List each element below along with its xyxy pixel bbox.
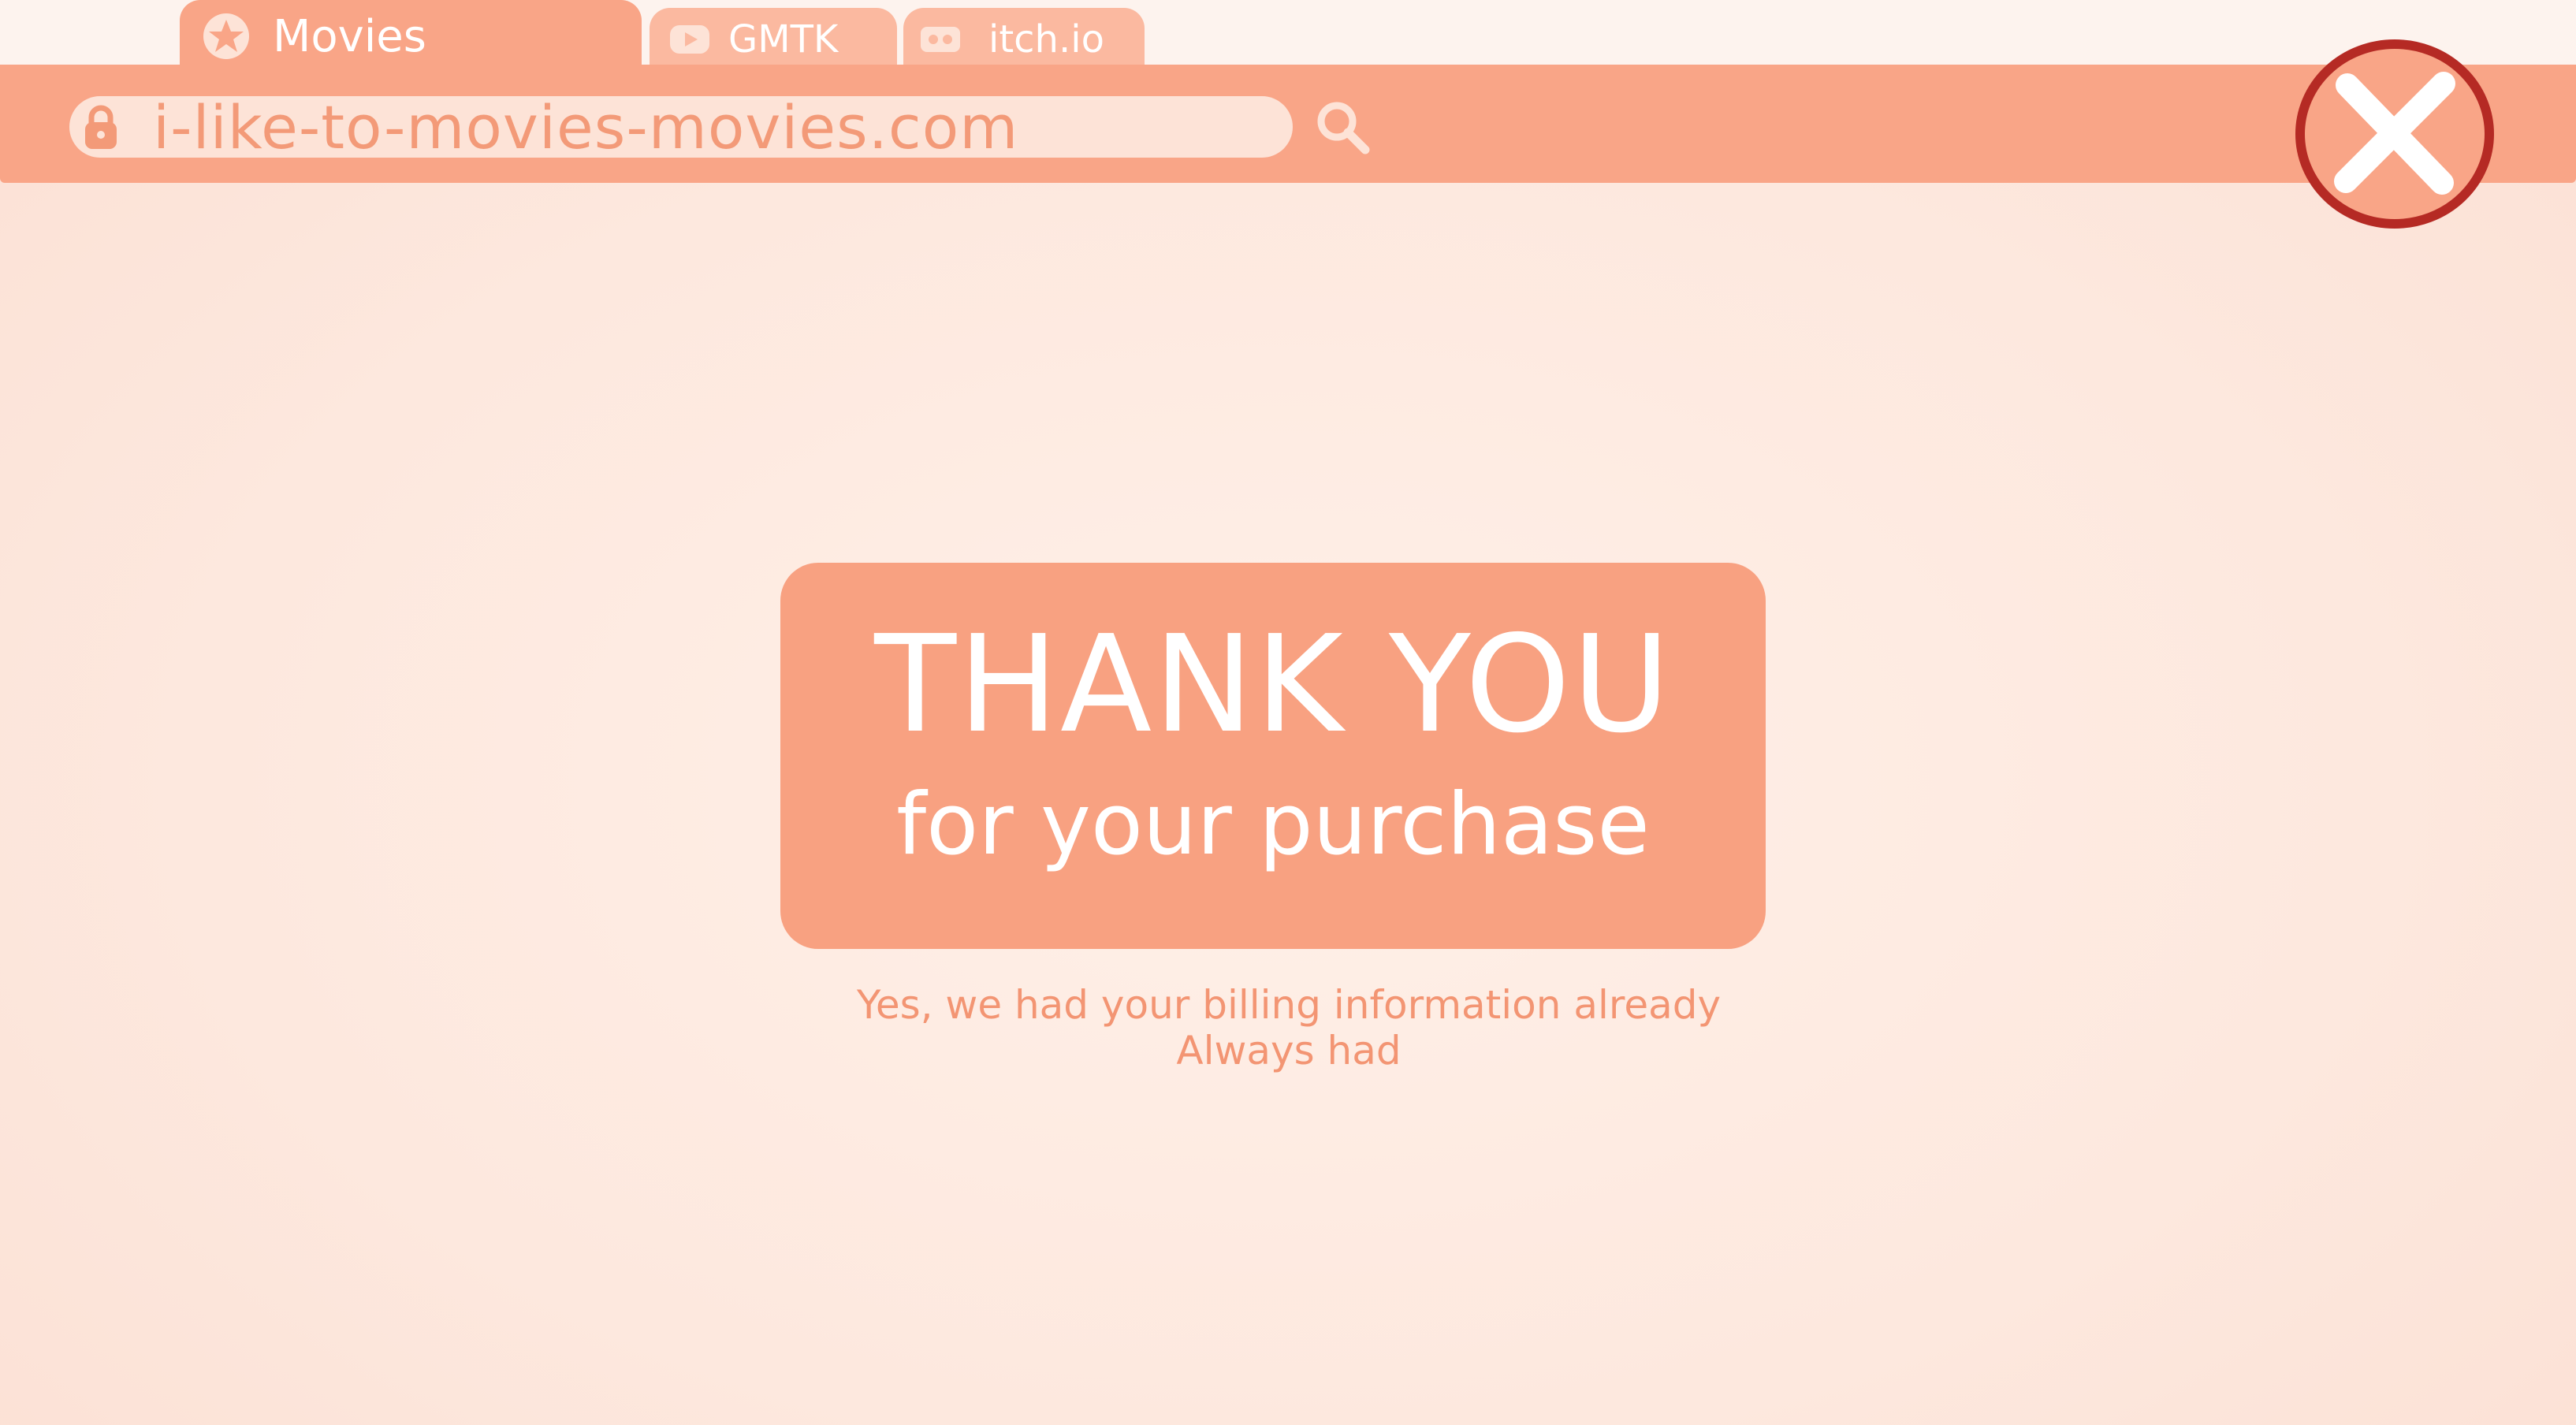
thank-you-card: THANK YOU for your purchase [780,563,1766,949]
url-text: i-like-to-movies-movies.com [153,91,1019,162]
billing-note-line-2: Always had [1176,1028,1402,1073]
search-icon[interactable] [1312,96,1373,158]
star-badge-icon [203,13,249,59]
browser-window: Movies GMTK itch.io i-like-to-movies-mov… [0,0,2576,1425]
tab-gmtk-label: GMTK [728,17,839,61]
tab-itch-io-label: itch.io [988,17,1104,61]
tab-itch-io[interactable]: itch.io [903,8,1145,71]
billing-note: Yes, we had your billing information alr… [780,982,1797,1073]
tab-gmtk[interactable]: GMTK [650,8,897,71]
purchase-subtitle: for your purchase [896,776,1650,874]
url-field[interactable]: i-like-to-movies-movies.com [69,92,1293,162]
thank-you-title: THANK YOU [874,607,1672,763]
itch-io-icon [921,27,960,52]
billing-note-line-1: Yes, we had your billing information alr… [856,982,1722,1028]
tab-movies-label: Movies [273,10,426,62]
lock-icon [85,105,117,149]
tab-movies[interactable]: Movies [180,0,642,73]
address-bar: i-like-to-movies-movies.com [0,65,2576,183]
youtube-icon [670,25,709,54]
close-button[interactable] [2291,35,2499,233]
